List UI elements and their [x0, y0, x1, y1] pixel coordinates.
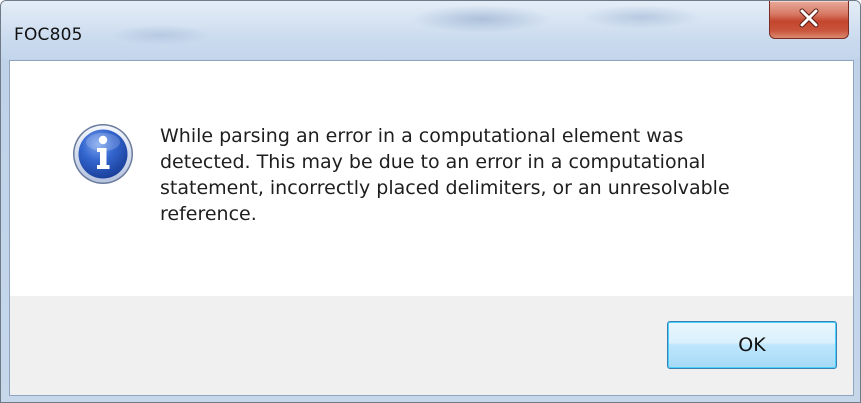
title-bar[interactable]: FOC805: [1, 1, 860, 59]
dialog-window: FOC805 While parsing an error in a compu…: [0, 0, 861, 403]
window-title: FOC805: [14, 25, 83, 45]
message-panel: While parsing an error in a computationa…: [10, 61, 853, 296]
dialog-client-area: While parsing an error in a computationa…: [9, 60, 854, 396]
close-button[interactable]: [769, 1, 849, 39]
ok-button[interactable]: OK: [667, 321, 837, 369]
close-x-icon: [797, 8, 821, 32]
dialog-message: While parsing an error in a computationa…: [160, 125, 730, 225]
information-icon: [72, 123, 134, 185]
